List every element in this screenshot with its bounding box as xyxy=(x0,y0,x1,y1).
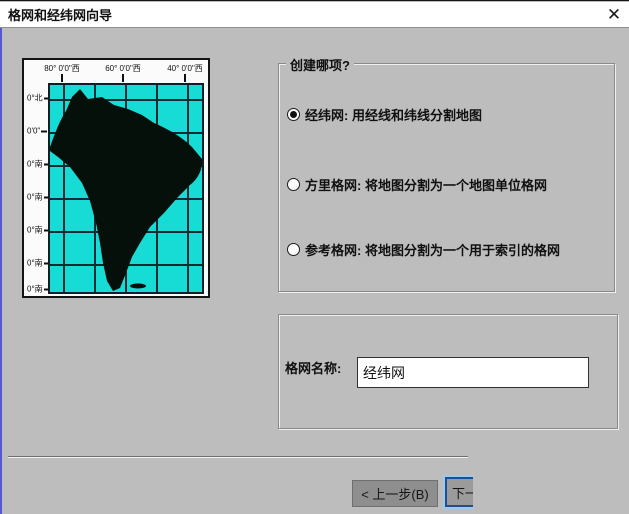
south-america-map xyxy=(50,85,202,292)
map-preview: 80° 0'0"西 60° 0'0"西 40° 0'0"西 0°北 0'0" 0… xyxy=(22,58,210,298)
radio-button-icon[interactable] xyxy=(287,108,300,121)
next-button-clipped[interactable]: 下一 xyxy=(443,475,473,509)
radio-measured-grid-label: 方里格网: 将地图分割为一个地图单位格网 xyxy=(305,175,547,194)
axis-tick xyxy=(184,74,186,82)
grid-name-label: 格网名称: xyxy=(285,358,341,377)
grid-name-input[interactable] xyxy=(357,357,589,388)
radio-measured-grid[interactable]: 方里格网: 将地图分割为一个地图单位格网 xyxy=(287,175,547,194)
latitude-label: 0'0" xyxy=(27,127,47,136)
axis-tick xyxy=(122,74,124,82)
longitude-label: 80° 0'0"西 xyxy=(44,63,80,74)
radio-graticule-label: 经纬网: 用经线和纬线分割地图 xyxy=(305,105,482,124)
options-group-label: 创建哪项? xyxy=(286,55,354,74)
window-left-border xyxy=(0,28,2,514)
next-button-label: 下一 xyxy=(445,477,473,507)
radio-reference-grid[interactable]: 参考格网: 将地图分割为一个用于索引的格网 xyxy=(287,240,560,259)
footer-divider xyxy=(8,456,468,458)
radio-graticule[interactable]: 经纬网: 用经线和纬线分割地图 xyxy=(287,105,482,124)
longitude-label: 40° 0'0"西 xyxy=(167,63,203,74)
axis-tick xyxy=(61,74,63,82)
radio-button-icon[interactable] xyxy=(287,178,300,191)
latitude-label: 0°南 xyxy=(27,192,50,203)
radio-reference-grid-label: 参考格网: 将地图分割为一个用于索引的格网 xyxy=(305,240,560,259)
latitude-label: 0°南 xyxy=(27,284,50,295)
close-icon[interactable]: ✕ xyxy=(603,4,625,26)
longitude-label: 60° 0'0"西 xyxy=(105,63,141,74)
wizard-dialog: 格网和经纬网向导 ✕ 80° 0'0"西 60° 0'0"西 40° 0'0"西… xyxy=(0,0,629,514)
radio-button-icon[interactable] xyxy=(287,243,300,256)
latitude-label: 0°南 xyxy=(27,225,50,236)
map-canvas xyxy=(48,83,204,294)
back-button[interactable]: < 上一步(B) xyxy=(352,480,438,507)
latitude-label: 0°南 xyxy=(27,258,50,269)
next-button-focus-ring: 下一 xyxy=(443,475,473,509)
window-title: 格网和经纬网向导 xyxy=(8,5,112,24)
titlebar[interactable]: 格网和经纬网向导 ✕ xyxy=(0,2,629,28)
latitude-label: 0°南 xyxy=(27,159,50,170)
latitude-label: 0°北 xyxy=(27,93,50,104)
